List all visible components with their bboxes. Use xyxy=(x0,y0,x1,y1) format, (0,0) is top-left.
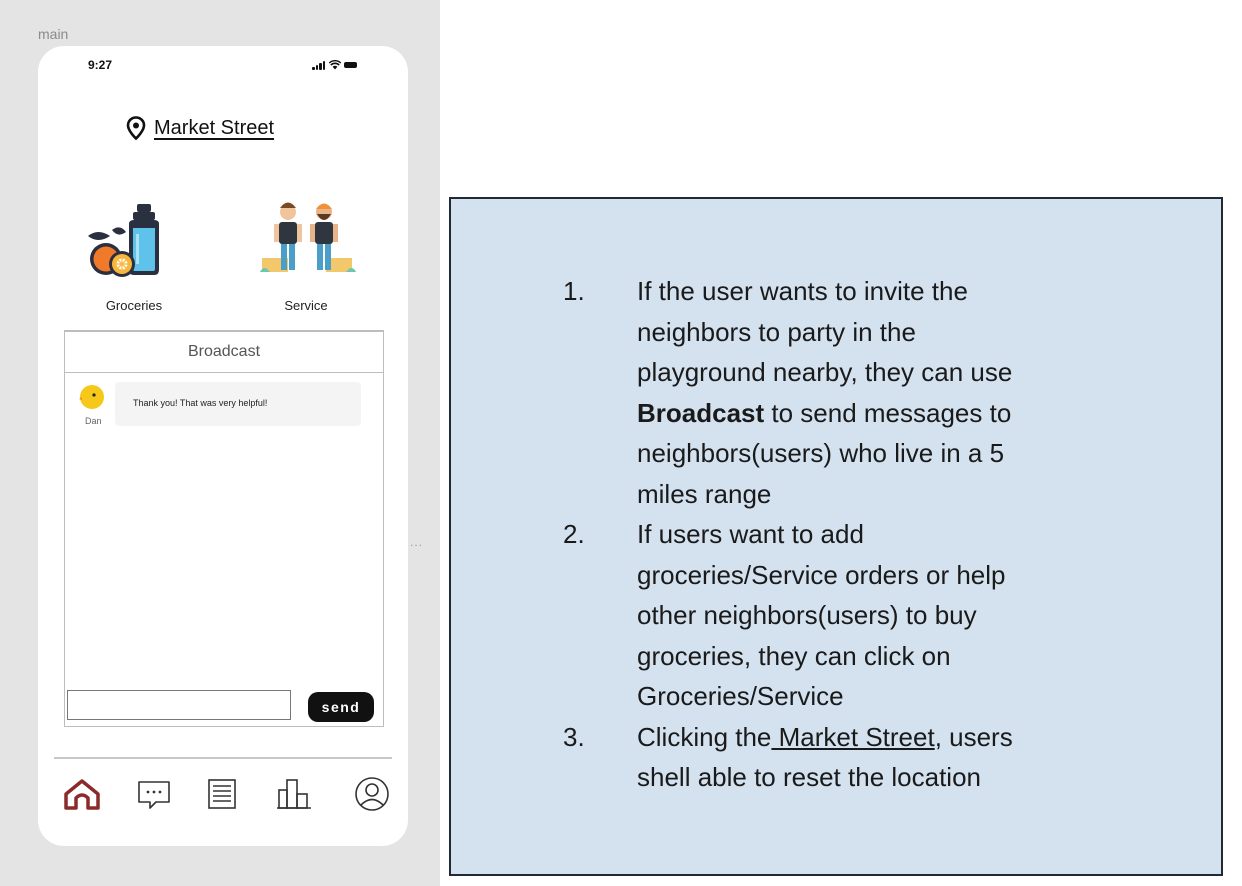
groceries-category[interactable]: Groceries xyxy=(74,194,194,313)
send-button[interactable]: send xyxy=(308,692,374,722)
item-number: 3. xyxy=(563,721,585,752)
chat-icon xyxy=(138,781,170,809)
bar-chart-icon xyxy=(277,779,311,809)
nav-messages[interactable] xyxy=(134,776,174,812)
frame-label: main xyxy=(38,26,69,42)
broadcast-message-input[interactable] xyxy=(67,690,291,720)
wifi-icon xyxy=(329,60,341,70)
location-label[interactable]: Market Street xyxy=(154,117,274,140)
message-author: Dan xyxy=(85,416,102,426)
broadcast-panel: Broadcast Dan Thank you! That was very h… xyxy=(64,330,384,727)
home-icon xyxy=(64,779,100,810)
nav-profile[interactable] xyxy=(352,776,392,812)
nav-stats[interactable] xyxy=(274,776,314,812)
message-text: Thank you! That was very helpful! xyxy=(133,398,268,408)
annotation-note: 1. If the user wants to invite the neigh… xyxy=(449,197,1223,876)
message-bubble: Thank you! That was very helpful! xyxy=(115,382,361,426)
annotation-item: 2. If users want to add groceries/Servic… xyxy=(563,514,1043,717)
signal-icon xyxy=(312,61,326,70)
item-text: If users want to add groceries/Service o… xyxy=(637,519,1006,711)
groceries-icon xyxy=(74,194,194,294)
annotation-list: 1. If the user wants to invite the neigh… xyxy=(563,271,1043,798)
item-number: 1. xyxy=(563,276,585,306)
nav-orders[interactable] xyxy=(202,776,242,812)
chick-avatar-icon xyxy=(79,385,104,409)
nav-home[interactable] xyxy=(62,776,102,812)
broadcast-emphasis: Broadcast xyxy=(637,397,765,428)
user-icon xyxy=(355,777,389,811)
status-time: 9:27 xyxy=(88,58,113,72)
groceries-label[interactable]: Groceries xyxy=(74,298,194,313)
market-street-link[interactable]: Market Street xyxy=(771,722,935,752)
nav-divider xyxy=(54,757,392,759)
item-text: Clicking the xyxy=(637,721,772,752)
more-indicator[interactable]: ... xyxy=(410,535,423,549)
annotation-item: 1. If the user wants to invite the neigh… xyxy=(563,271,1043,514)
location-pin-icon xyxy=(126,116,146,140)
location-selector[interactable]: Market Street xyxy=(126,114,274,142)
design-canvas: main ... 9:27 Market Street Groceries Se… xyxy=(0,0,440,886)
service-workers-icon xyxy=(246,194,366,294)
phone-screen: 9:27 Market Street Groceries Service Bro… xyxy=(38,46,408,846)
message-item: Dan Thank you! That was very helpful! xyxy=(79,382,369,432)
annotation-item: 3. Clicking the Market Street, users she… xyxy=(563,717,1043,798)
broadcast-title: Broadcast xyxy=(65,332,383,373)
item-text: If the user wants to invite the neighbor… xyxy=(637,276,1013,387)
service-label[interactable]: Service xyxy=(246,298,366,313)
battery-icon xyxy=(344,62,357,68)
item-number: 2. xyxy=(563,519,585,549)
list-icon xyxy=(208,779,236,809)
status-icons xyxy=(312,59,357,71)
service-category[interactable]: Service xyxy=(246,194,366,313)
